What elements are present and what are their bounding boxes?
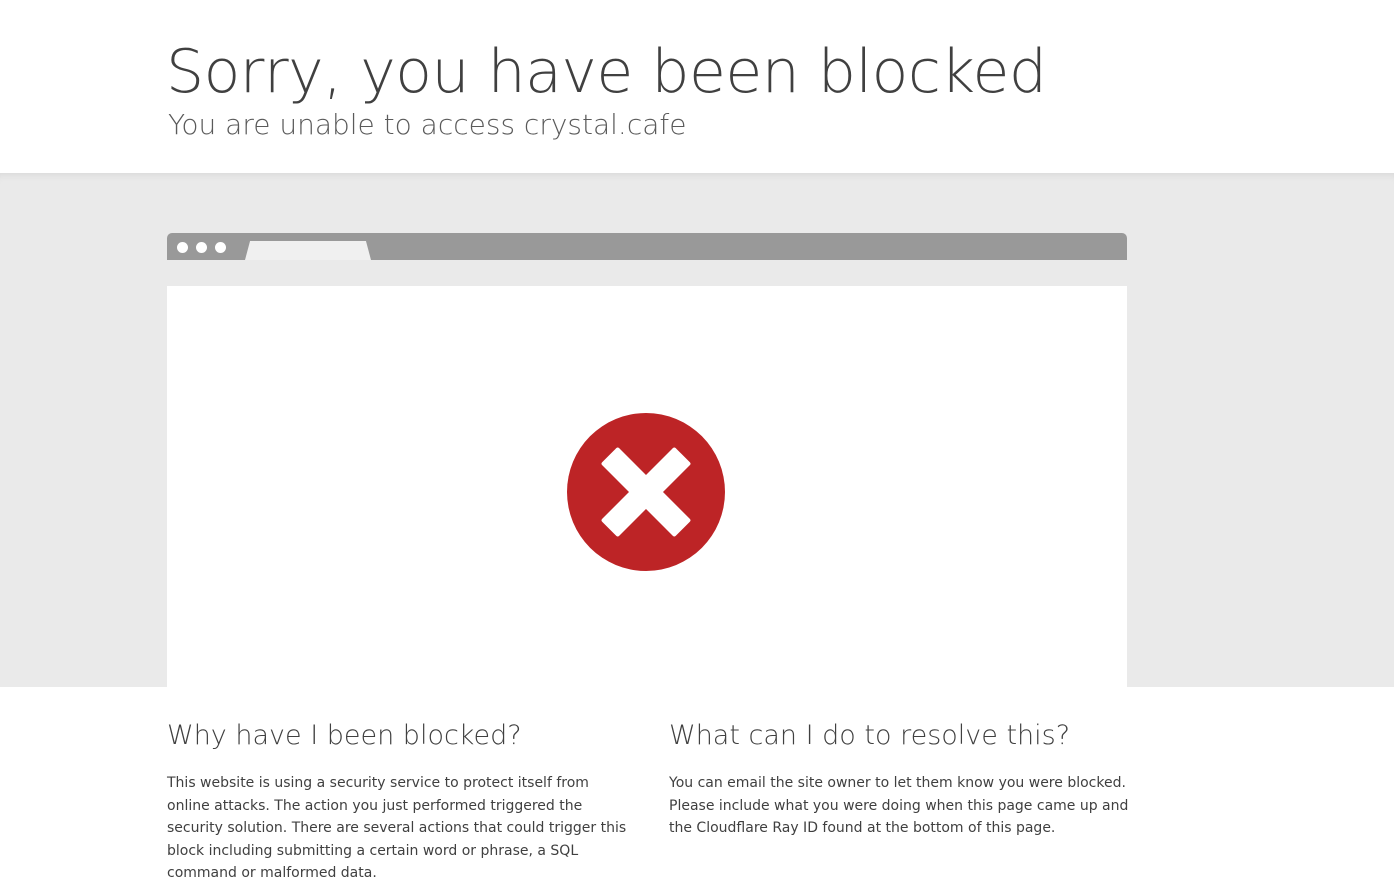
page-subtitle: You are unable to access crystal.cafe xyxy=(168,108,687,141)
window-dot-icon xyxy=(177,242,188,253)
x-circle-icon xyxy=(567,413,725,571)
resolve-heading: What can I do to resolve this? xyxy=(669,720,1071,751)
resolve-section: What can I do to resolve this? You can e… xyxy=(669,714,1129,840)
page-header: Sorry, you have been blocked You are una… xyxy=(0,0,1394,173)
browser-illustration-window xyxy=(167,286,1127,687)
why-blocked-text: This website is using a security service… xyxy=(167,775,627,881)
window-dot-icon xyxy=(215,242,226,253)
browser-tab-shape xyxy=(245,241,371,260)
resolve-text: You can email the site owner to let them… xyxy=(669,775,1129,836)
browser-illustration-bar xyxy=(167,233,1127,260)
page-title: Sorry, you have been blocked xyxy=(166,37,1047,107)
why-blocked-heading: Why have I been blocked? xyxy=(167,720,522,751)
window-dot-icon xyxy=(196,242,207,253)
why-blocked-section: Why have I been blocked? This website is… xyxy=(167,714,627,885)
